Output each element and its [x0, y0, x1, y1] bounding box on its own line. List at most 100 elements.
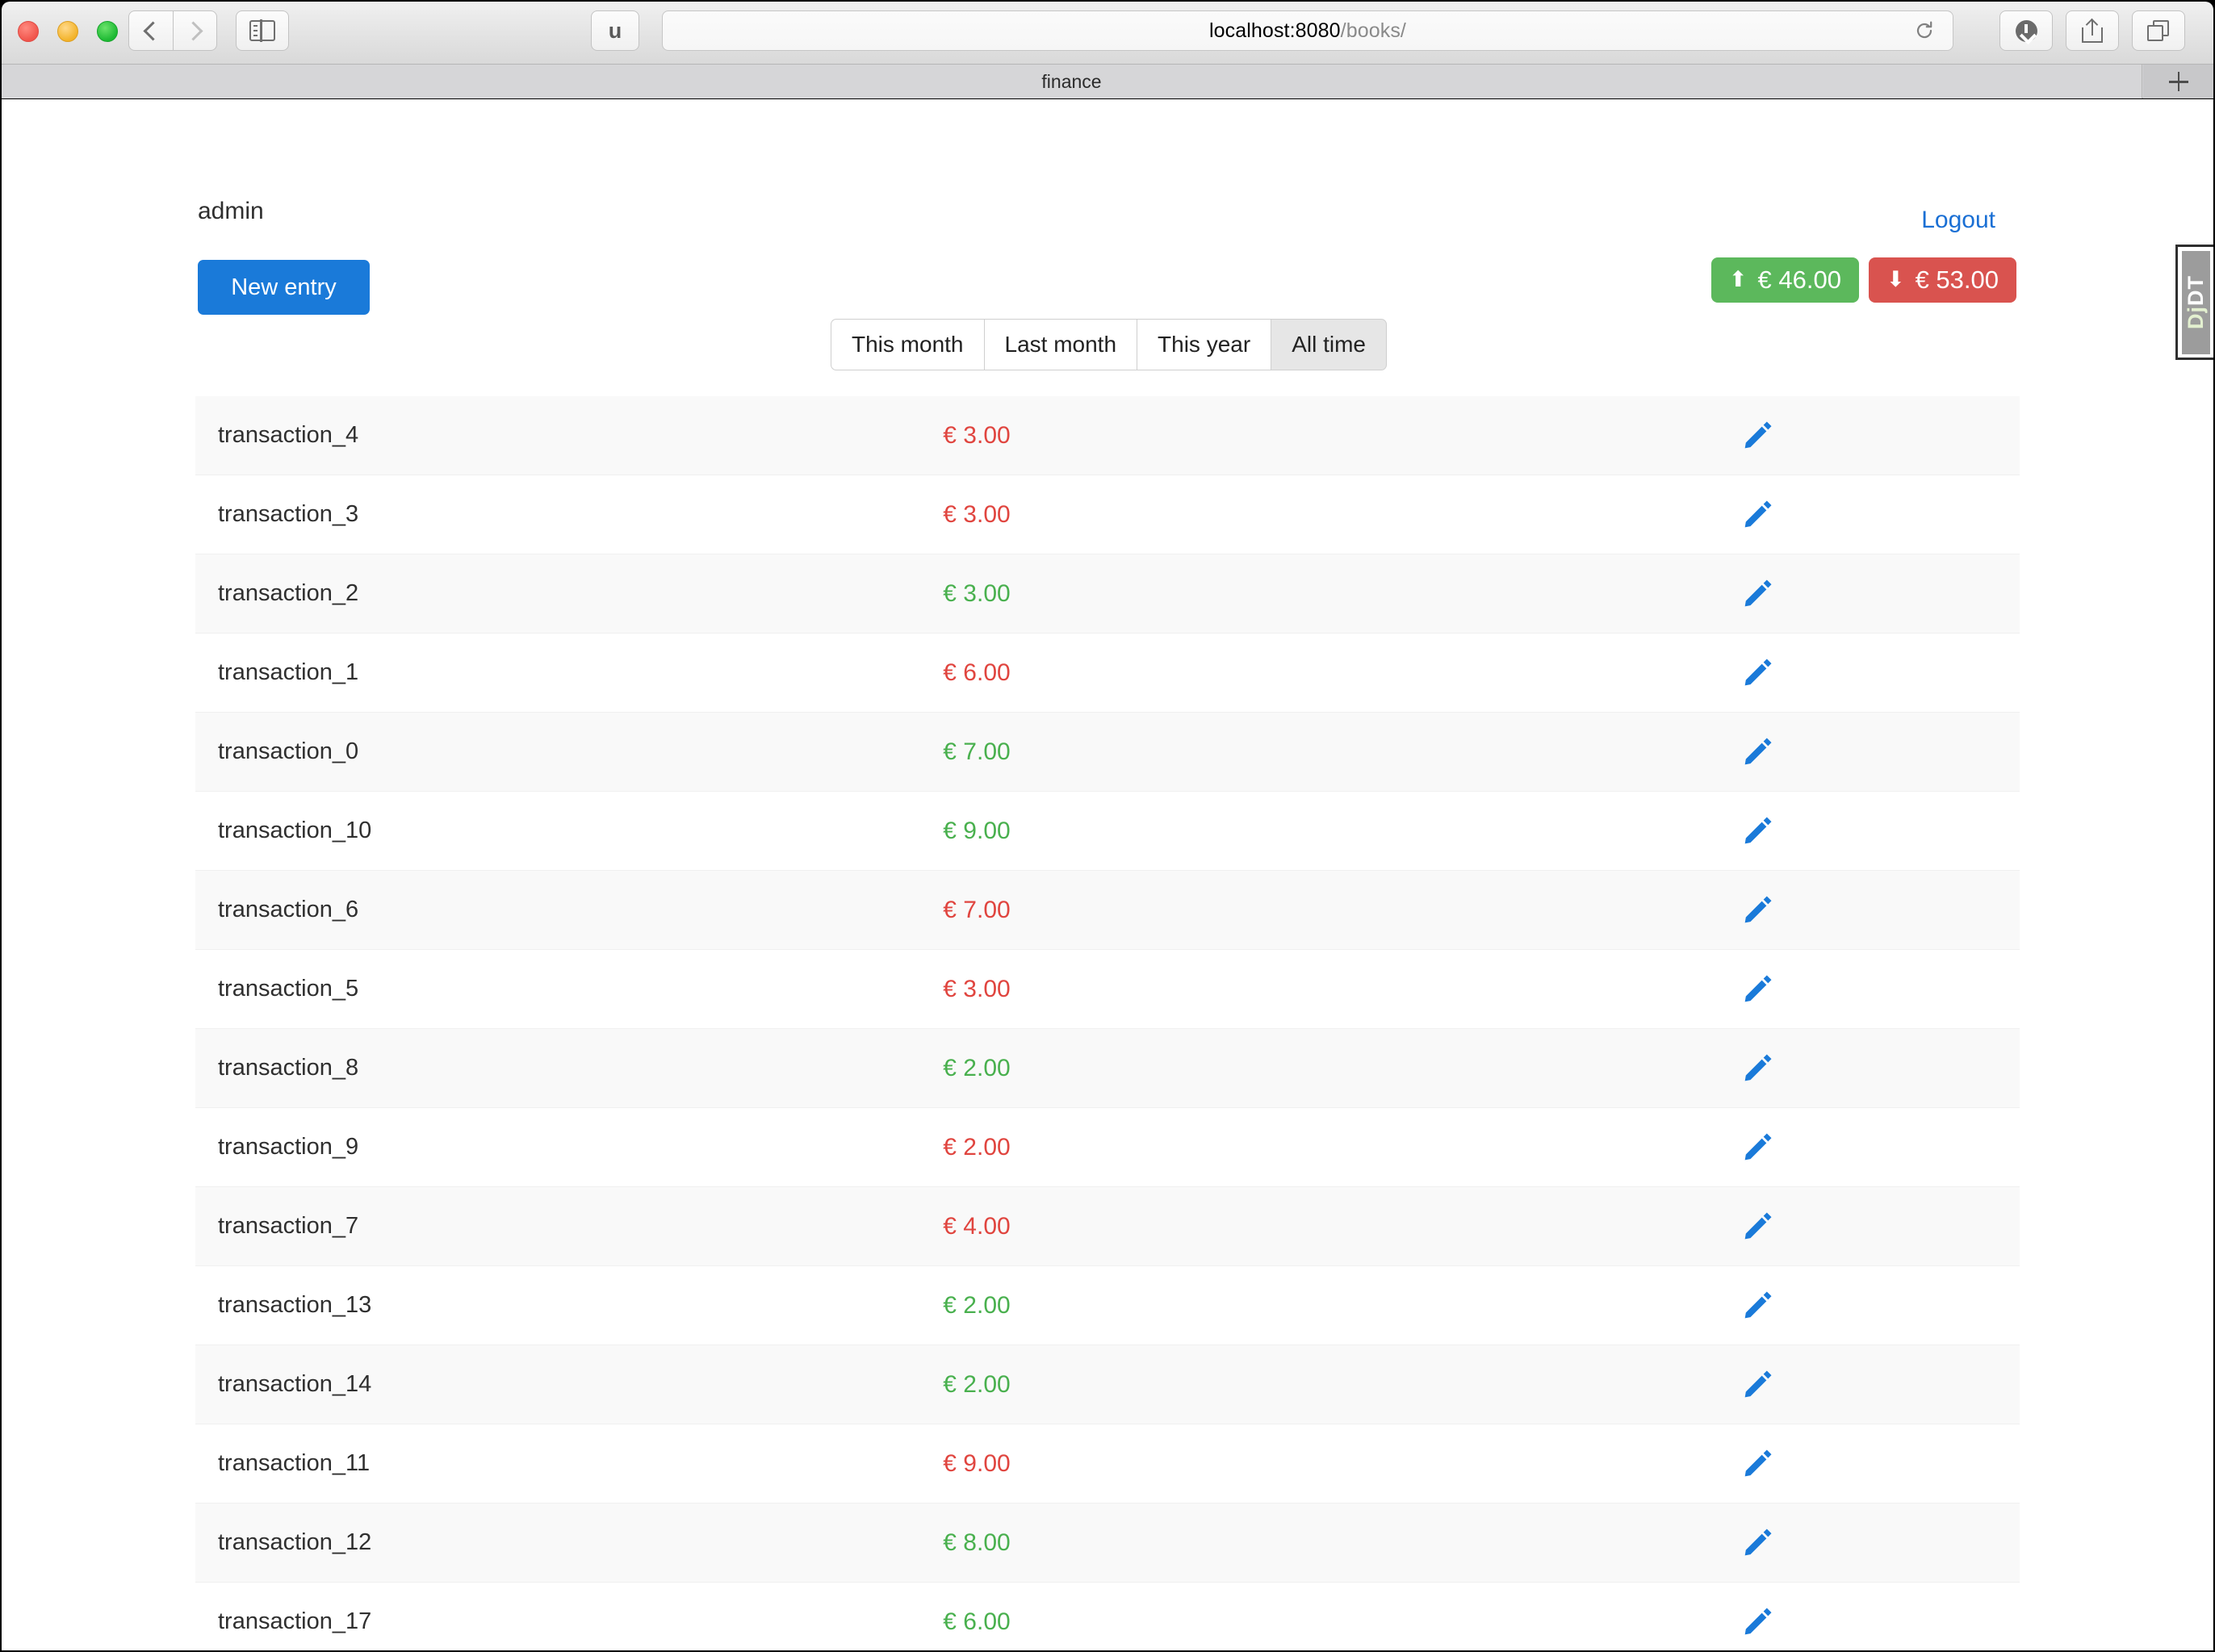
reader-view-button[interactable]: u: [591, 10, 639, 51]
reader-icon: u: [608, 18, 622, 43]
edit-transaction-button[interactable]: [1739, 971, 1776, 1008]
reload-icon[interactable]: [1914, 20, 1935, 41]
transaction-row: transaction_5 € 3.00: [195, 950, 2020, 1029]
pencil-icon: [1744, 1291, 1772, 1318]
transaction-amount: € 3.00: [943, 500, 1011, 528]
pencil-icon: [1744, 1370, 1772, 1397]
tab-finance[interactable]: finance: [2, 65, 2142, 98]
edit-transaction-button[interactable]: [1739, 575, 1776, 613]
window-controls: [18, 21, 118, 42]
transaction-amount: € 8.00: [943, 1529, 1011, 1556]
address-bar[interactable]: localhost:8080/books/: [662, 10, 1953, 51]
transaction-row: transaction_1 € 6.00: [195, 634, 2020, 713]
pencil-icon: [1744, 1054, 1772, 1081]
username-label: admin: [198, 198, 264, 224]
income-total-amount: € 46.00: [1757, 266, 1841, 294]
pencil-icon: [1744, 1133, 1772, 1160]
transaction-list: transaction_4 € 3.00 transaction_3 € 3.00 tr…: [195, 396, 2020, 1650]
transaction-row: transaction_9 € 2.00: [195, 1108, 2020, 1187]
transaction-amount: € 6.00: [943, 1608, 1011, 1635]
plus-icon: [2168, 72, 2188, 91]
downloads-button[interactable]: [1999, 10, 2053, 51]
maximize-window-button[interactable]: [97, 21, 118, 42]
sidebar-icon: [249, 19, 275, 42]
edit-transaction-button[interactable]: [1739, 655, 1776, 692]
edit-transaction-button[interactable]: [1739, 1129, 1776, 1166]
transaction-row: transaction_17 € 6.00: [195, 1583, 2020, 1650]
edit-transaction-button[interactable]: [1739, 1524, 1776, 1562]
transaction-amount: € 7.00: [943, 738, 1011, 765]
expense-total-amount: € 53.00: [1915, 266, 1999, 294]
djdt-label: DjDT: [2184, 275, 2209, 329]
share-button[interactable]: [2066, 10, 2119, 51]
forward-button[interactable]: [173, 10, 217, 51]
pencil-icon: [1744, 817, 1772, 843]
tab-title: finance: [1041, 70, 1102, 92]
edit-transaction-button[interactable]: [1739, 1208, 1776, 1245]
edit-transaction-button[interactable]: [1739, 1445, 1776, 1483]
pencil-icon: [1744, 500, 1772, 527]
transaction-row: transaction_3 € 3.00: [195, 475, 2020, 554]
minimize-window-button[interactable]: [57, 21, 78, 42]
edit-transaction-button[interactable]: [1739, 496, 1776, 533]
transaction-row: transaction_14 € 2.00: [195, 1345, 2020, 1424]
transaction-amount: € 6.00: [943, 659, 1011, 686]
edit-transaction-button[interactable]: [1739, 1366, 1776, 1403]
new-entry-button[interactable]: New entry: [198, 260, 370, 315]
pencil-icon: [1744, 1449, 1772, 1476]
filter-all-time-button[interactable]: All time: [1271, 319, 1387, 370]
edit-transaction-button[interactable]: [1739, 892, 1776, 929]
djdt-label-dt: DT: [2183, 275, 2208, 306]
tab-overview-button[interactable]: [2132, 10, 2185, 51]
django-debug-toolbar-handle[interactable]: DjDT: [2175, 245, 2213, 360]
download-icon: [2015, 19, 2037, 42]
url-host: localhost:8080: [1209, 19, 1341, 42]
logout-link[interactable]: Logout: [1921, 207, 1995, 234]
filter-last-month-button[interactable]: Last month: [983, 319, 1137, 370]
transaction-amount: € 3.00: [943, 975, 1011, 1002]
transaction-amount: € 9.00: [943, 1449, 1011, 1477]
pencil-icon: [1744, 579, 1772, 606]
transaction-row: transaction_4 € 3.00: [195, 396, 2020, 475]
arrow-up-icon: ⬆: [1728, 266, 1748, 291]
sidebar-toggle-button[interactable]: [236, 10, 289, 51]
transaction-amount: € 4.00: [943, 1212, 1011, 1240]
transaction-row: transaction_10 € 9.00: [195, 792, 2020, 871]
chevron-left-icon: [143, 20, 163, 41]
transaction-amount: € 2.00: [943, 1054, 1011, 1081]
transaction-amount: € 2.00: [943, 1133, 1011, 1161]
pencil-icon: [1744, 738, 1772, 764]
pencil-icon: [1744, 659, 1772, 685]
transaction-amount: € 3.00: [943, 421, 1011, 449]
pencil-icon: [1744, 896, 1772, 922]
edit-transaction-button[interactable]: [1739, 417, 1776, 454]
back-button[interactable]: [128, 10, 173, 51]
chevron-right-icon: [182, 20, 203, 41]
transaction-row: transaction_8 € 2.00: [195, 1029, 2020, 1108]
transaction-amount: € 2.00: [943, 1291, 1011, 1319]
close-window-button[interactable]: [18, 21, 39, 42]
edit-transaction-button[interactable]: [1739, 734, 1776, 771]
filter-this-year-button[interactable]: This year: [1137, 319, 1271, 370]
transaction-row: transaction_7 € 4.00: [195, 1187, 2020, 1266]
page-viewport: admin New entry Logout ⬆ € 46.00 ⬇ € 53.…: [2, 99, 2213, 1650]
edit-transaction-button[interactable]: [1739, 1604, 1776, 1641]
transaction-row: transaction_2 € 3.00: [195, 554, 2020, 634]
djdt-badge: DjDT: [2181, 250, 2210, 354]
new-tab-button[interactable]: [2143, 65, 2213, 98]
transaction-row: transaction_13 € 2.00: [195, 1266, 2020, 1345]
tab-strip: finance: [2, 65, 2213, 98]
income-total-badge: ⬆ € 46.00: [1710, 257, 1859, 303]
djdt-label-dj: Dj: [2183, 306, 2208, 329]
transaction-amount: € 7.00: [943, 896, 1011, 923]
url-path: /books/: [1340, 19, 1406, 42]
pencil-icon: [1744, 975, 1772, 1002]
expense-total-badge: ⬇ € 53.00: [1868, 257, 2016, 303]
edit-transaction-button[interactable]: [1739, 1050, 1776, 1087]
share-icon: [2082, 18, 2103, 43]
edit-transaction-button[interactable]: [1739, 1287, 1776, 1324]
pencil-icon: [1744, 1608, 1772, 1634]
edit-transaction-button[interactable]: [1739, 813, 1776, 850]
filter-this-month-button[interactable]: This month: [831, 319, 984, 370]
transaction-row: transaction_0 € 7.00: [195, 713, 2020, 792]
